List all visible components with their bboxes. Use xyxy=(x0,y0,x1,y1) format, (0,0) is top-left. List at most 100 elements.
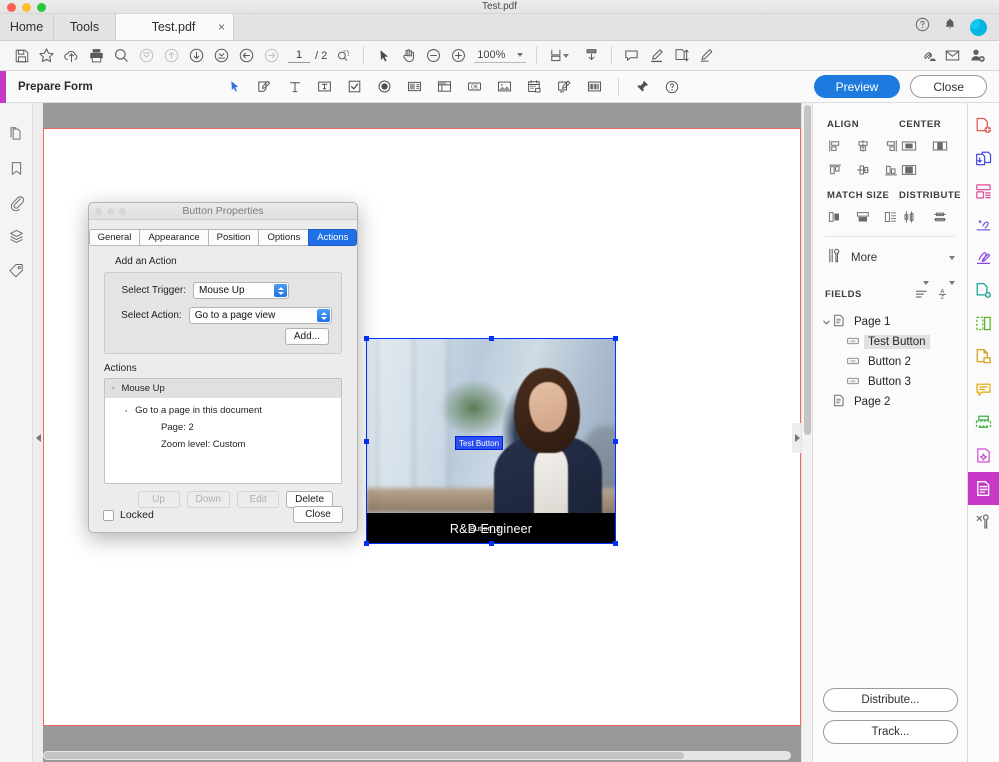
resize-handle-top-center[interactable] xyxy=(489,336,494,341)
page-thumbnails-icon[interactable] xyxy=(2,117,30,151)
match-width-icon[interactable] xyxy=(827,208,843,225)
align-top-icon[interactable] xyxy=(827,161,843,178)
zoom-level-dropdown[interactable]: 100% xyxy=(474,49,527,63)
dialog-tab-actions[interactable]: Actions xyxy=(308,229,358,246)
dropdown-field-icon[interactable] xyxy=(430,72,460,102)
center-vertically-icon[interactable] xyxy=(930,137,949,154)
fit-page-dropdown[interactable] xyxy=(563,53,570,58)
align-right-icon[interactable] xyxy=(883,137,899,154)
image-field-icon[interactable] xyxy=(490,72,520,102)
layers-icon[interactable] xyxy=(2,219,30,253)
horizontal-scrollbar[interactable] xyxy=(43,751,791,760)
sort-order-dropdown[interactable] xyxy=(923,281,929,303)
dialog-tab-options[interactable]: Options xyxy=(258,229,309,246)
resize-handle-bottom-center[interactable] xyxy=(489,541,494,546)
more-tools-row[interactable]: More xyxy=(813,237,967,269)
resize-handle-bottom-right[interactable] xyxy=(613,541,618,546)
export-pdf-icon[interactable] xyxy=(968,307,999,340)
preview-button[interactable]: Preview xyxy=(813,75,901,98)
distribute-horizontally-icon[interactable] xyxy=(930,208,949,225)
button-properties-dialog[interactable]: Button Properties General Appearance Pos… xyxy=(88,202,358,533)
resize-handle-bottom-left[interactable] xyxy=(364,541,369,546)
locked-row[interactable]: Locked xyxy=(103,509,154,521)
chevron-down-icon[interactable] xyxy=(819,318,833,327)
print-icon[interactable] xyxy=(84,44,109,68)
disclosure-icon[interactable]: ▪ xyxy=(125,408,127,415)
bookmarks-icon[interactable] xyxy=(2,151,30,185)
fields-tree-button-2[interactable]: OK Button 2 xyxy=(813,352,967,372)
organize-pages-icon[interactable] xyxy=(669,44,694,68)
align-vertical-center-icon[interactable] xyxy=(855,137,871,154)
tab-document[interactable]: Test.pdf × xyxy=(116,14,234,40)
overlay-field-button-3[interactable]: Button_3 xyxy=(470,524,500,533)
avatar[interactable] xyxy=(970,18,987,36)
align-left-icon[interactable] xyxy=(827,137,843,154)
prepare-form-icon[interactable] xyxy=(967,472,999,505)
select-object-icon[interactable] xyxy=(220,72,250,102)
actions-list-action-row[interactable]: ▪ Go to a page in this document xyxy=(105,398,341,416)
text-field-icon[interactable] xyxy=(280,72,310,102)
dialog-tab-general[interactable]: General xyxy=(88,229,140,246)
sort-alpha-dropdown[interactable] xyxy=(949,281,955,303)
fields-tree-page-2[interactable]: Page 2 xyxy=(813,392,967,412)
tags-icon[interactable] xyxy=(2,253,30,287)
request-signatures-icon[interactable] xyxy=(968,241,999,274)
vertical-scrollbar[interactable] xyxy=(801,103,812,762)
center-both-icon[interactable] xyxy=(899,161,918,178)
dialog-window-controls[interactable] xyxy=(95,208,126,215)
selected-image-object[interactable]: R&D Engineer Button_3 Test Button xyxy=(364,336,618,546)
edit-pdf-icon[interactable] xyxy=(968,274,999,307)
back-icon[interactable] xyxy=(234,44,259,68)
dialog-maximize-button[interactable] xyxy=(119,208,126,215)
resize-handle-middle-left[interactable] xyxy=(364,439,369,444)
zoom-out-icon[interactable] xyxy=(421,44,446,68)
forward-icon[interactable] xyxy=(259,44,284,68)
chevron-down-icon[interactable] xyxy=(949,256,955,260)
resize-handle-top-right[interactable] xyxy=(613,336,618,341)
comment-icon[interactable] xyxy=(619,44,644,68)
fields-tree-button-3[interactable]: OK Button 3 xyxy=(813,372,967,392)
move-down-button[interactable]: Down xyxy=(186,491,231,508)
edit-action-button[interactable]: Edit xyxy=(237,491,280,508)
sign-icon[interactable] xyxy=(694,44,719,68)
previous-page-icon[interactable] xyxy=(159,44,184,68)
tab-tools[interactable]: Tools xyxy=(54,14,116,40)
next-page-icon[interactable] xyxy=(184,44,209,68)
locked-checkbox[interactable] xyxy=(103,509,114,521)
share-link-icon[interactable] xyxy=(915,44,940,68)
dialog-close-button[interactable] xyxy=(95,208,102,215)
dialog-minimize-button[interactable] xyxy=(107,208,114,215)
select-icon[interactable] xyxy=(371,44,396,68)
list-box-field-icon[interactable] xyxy=(400,72,430,102)
page-number-input[interactable] xyxy=(288,48,310,63)
search-icon[interactable] xyxy=(109,44,134,68)
pin-icon[interactable] xyxy=(627,72,657,102)
comment-icon[interactable] xyxy=(968,373,999,406)
protect-icon[interactable] xyxy=(968,340,999,373)
select-action-dropdown[interactable]: Go to a page view xyxy=(188,307,332,324)
move-up-button[interactable]: Up xyxy=(137,491,180,508)
disclosure-icon[interactable]: ▪ xyxy=(112,385,114,392)
dialog-tab-position[interactable]: Position xyxy=(207,229,259,246)
fill-and-sign-icon[interactable] xyxy=(968,208,999,241)
signature-field-icon[interactable] xyxy=(550,72,580,102)
horizontal-scrollbar-thumb[interactable] xyxy=(44,752,684,759)
email-icon[interactable] xyxy=(940,44,965,68)
track-button[interactable]: Track... xyxy=(823,720,958,744)
barcode-field-icon[interactable] xyxy=(580,72,610,102)
text-box-icon[interactable] xyxy=(310,72,340,102)
fields-tree-test-button[interactable]: OK Test Button xyxy=(813,332,967,352)
notifications-bell-icon[interactable] xyxy=(943,17,957,37)
star-icon[interactable] xyxy=(34,44,59,68)
highlight-icon[interactable] xyxy=(644,44,669,68)
add-action-button[interactable]: Add... xyxy=(284,328,329,345)
cloud-upload-icon[interactable] xyxy=(59,44,84,68)
fields-tree-page-1[interactable]: Page 1 xyxy=(813,312,967,332)
dialog-close-button-footer[interactable]: Close xyxy=(293,506,343,523)
organize-pages-icon[interactable] xyxy=(968,175,999,208)
hand-icon[interactable] xyxy=(396,44,421,68)
match-both-icon[interactable] xyxy=(883,208,899,225)
distribute-button[interactable]: Distribute... xyxy=(823,688,958,712)
align-bottom-icon[interactable] xyxy=(883,161,899,178)
select-trigger-dropdown[interactable]: Mouse Up xyxy=(193,282,289,299)
